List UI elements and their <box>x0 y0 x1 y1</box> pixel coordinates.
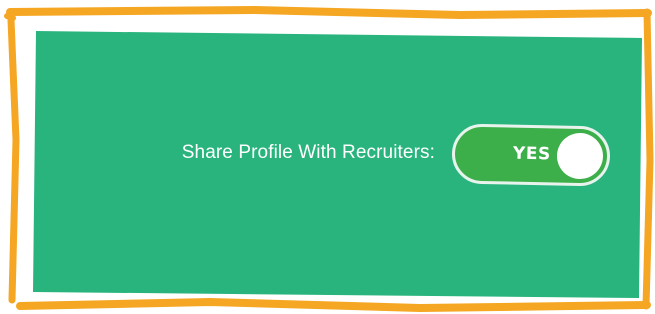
toggle-state-text: YES <box>512 143 551 165</box>
share-profile-label: Share Profile With Recruiters: <box>181 142 435 163</box>
share-profile-toggle[interactable]: YES <box>451 123 611 187</box>
screenshot-stage: Share Profile With Recruiters: YES <box>0 0 655 314</box>
toggle-knob[interactable] <box>556 132 604 180</box>
share-profile-setting: Share Profile With Recruiters: YES <box>0 120 655 192</box>
